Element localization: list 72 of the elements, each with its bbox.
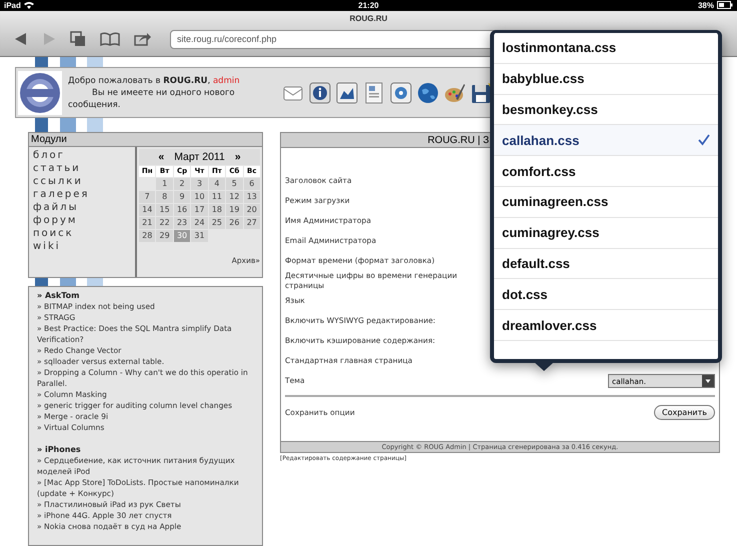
palette-icon[interactable] (444, 82, 466, 104)
battery-level: 38% (698, 0, 714, 10)
info-icon[interactable] (309, 82, 331, 104)
calendar-day[interactable]: 24 (191, 217, 208, 229)
calendar-day[interactable]: 2 (174, 178, 190, 190)
tabs-icon[interactable] (70, 31, 86, 48)
calendar-day[interactable]: 15 (156, 204, 173, 216)
module-link[interactable]: wiki (33, 240, 131, 253)
module-link[interactable]: файлы (33, 201, 131, 214)
welcome-text: Добро пожаловать в ROUG.RU, admin (68, 74, 241, 86)
checkmark-icon (698, 134, 710, 146)
calendar-day[interactable]: 8 (156, 191, 173, 203)
user-link[interactable]: admin (212, 76, 240, 86)
floppy-icon[interactable] (471, 82, 493, 104)
calendar-day[interactable]: 14 (139, 204, 156, 216)
calendar-day[interactable]: 29 (156, 230, 173, 242)
battery-icon (717, 1, 733, 10)
menu-option[interactable]: default.css (494, 248, 718, 280)
panel-title: ROUG.RU | З (428, 134, 489, 146)
caret-icon (702, 375, 714, 387)
menu-option[interactable]: callahan.css (494, 125, 718, 156)
calendar-day[interactable]: 31 (191, 230, 208, 242)
chart-icon[interactable] (336, 82, 358, 104)
module-link[interactable]: ссылки (33, 175, 131, 188)
calendar-day[interactable]: 3 (191, 178, 208, 190)
bookmarks-icon[interactable] (100, 32, 120, 46)
calendar-day[interactable]: 21 (139, 217, 156, 229)
logo-icon (18, 70, 62, 114)
calendar-day[interactable]: 25 (208, 217, 226, 229)
calendar-day[interactable]: 6 (244, 178, 260, 190)
document-icon[interactable] (363, 82, 385, 104)
menu-option[interactable]: besmonkey.css (494, 94, 718, 126)
news-source-link[interactable]: » iPhones (37, 444, 254, 455)
page-title: ROUG.RU (350, 14, 388, 24)
messages-text: Вы не имеете ни одного нового сообщения. (68, 86, 236, 110)
panel-title: Модули (31, 134, 67, 145)
calendar-day[interactable]: 19 (226, 204, 243, 216)
calendar-day[interactable]: 1 (156, 178, 173, 190)
clock-time: 21:20 (358, 0, 379, 10)
module-link[interactable]: блог (33, 149, 131, 162)
calendar-day[interactable]: 23 (174, 217, 190, 229)
news-source-link[interactable]: » AskTom (37, 290, 254, 301)
calendar-day[interactable]: 27 (244, 217, 260, 229)
prev-month-link[interactable]: « (158, 151, 164, 163)
calendar-day[interactable]: 20 (244, 204, 260, 216)
calendar-day[interactable]: 22 (156, 217, 173, 229)
wifi-icon (24, 1, 34, 10)
module-link[interactable]: статьи (33, 162, 131, 175)
calendar-day[interactable]: 13 (244, 191, 260, 203)
calendar-day[interactable]: 11 (208, 191, 226, 203)
calendar-day[interactable]: 16 (174, 204, 190, 216)
calendar-day[interactable]: 26 (226, 217, 243, 229)
globe-icon[interactable] (417, 82, 439, 104)
calendar-day[interactable]: 9 (174, 191, 190, 203)
calendar-day[interactable]: 7 (139, 191, 156, 203)
calendar-day[interactable]: 17 (191, 204, 208, 216)
save-button[interactable]: Сохранить (654, 405, 715, 420)
calendar-day[interactable]: 5 (226, 178, 243, 190)
calendar-day[interactable]: 10 (191, 191, 208, 203)
next-month-link[interactable]: » (234, 151, 241, 163)
calendar-day[interactable]: 18 (208, 204, 226, 216)
calendar-day[interactable]: 12 (226, 191, 243, 203)
calendar-day[interactable]: 4 (208, 178, 226, 190)
back-button[interactable] (14, 32, 28, 46)
menu-option[interactable]: lostinmontana.css (494, 33, 718, 64)
share-icon[interactable] (134, 32, 152, 46)
module-link[interactable]: поиск (33, 227, 131, 240)
device-name: iPad (4, 0, 21, 10)
calendar-day[interactable]: 28 (139, 230, 156, 242)
module-link[interactable]: форум (33, 214, 131, 227)
calendar-month: Март 2011 (174, 151, 225, 163)
module-link[interactable]: галерея (33, 188, 131, 201)
